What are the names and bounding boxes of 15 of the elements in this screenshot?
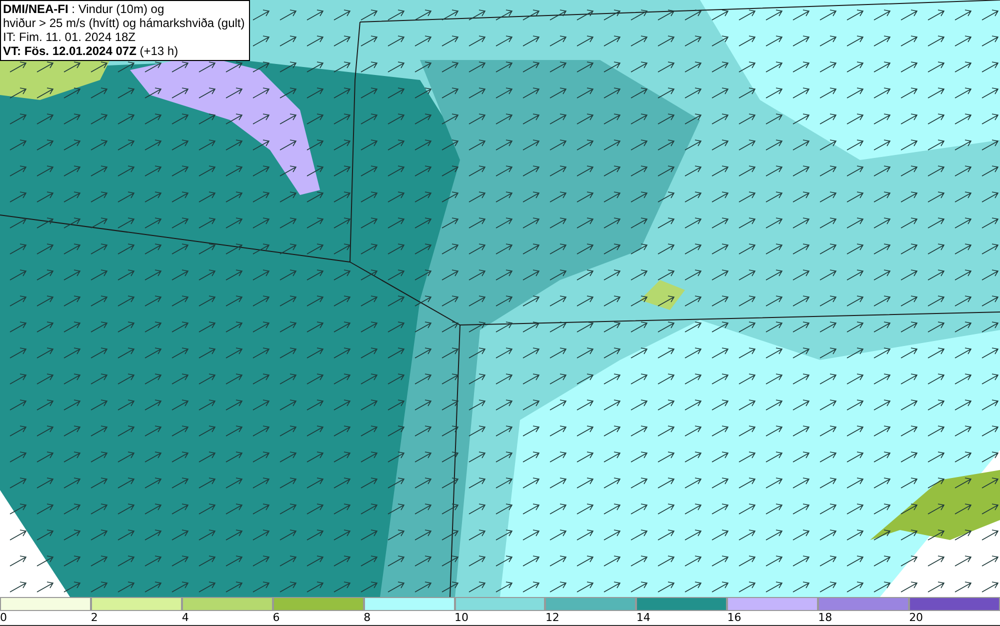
info-text: DMI/NEA-FI : Vindur (10m) og [3,2,166,16]
legend-tick-label: 10 [454,611,469,624]
info-text: VT: Fös. 12.01.2024 07Z (+13 h) [3,44,180,58]
legend-tick-label: 20 [909,611,924,624]
legend-tick-label: 18 [818,611,832,624]
info-text: hviður > 25 m/s (hvítt) og hámarkshviða (gult) [3,16,245,30]
legend-tick-label: 6 [272,611,280,624]
legend-tick-label: 0 [0,611,7,624]
legend-tick-label: 16 [727,611,742,624]
legend-tick-label: 2 [90,611,98,624]
legend-tick-label: 8 [364,611,371,624]
info-text: IT: Fim. 11. 01. 2024 18Z [3,30,137,44]
legend-tick-label: 4 [182,611,189,624]
legend-tick-label: 12 [545,611,560,624]
legend-tick-label: 14 [636,611,650,624]
